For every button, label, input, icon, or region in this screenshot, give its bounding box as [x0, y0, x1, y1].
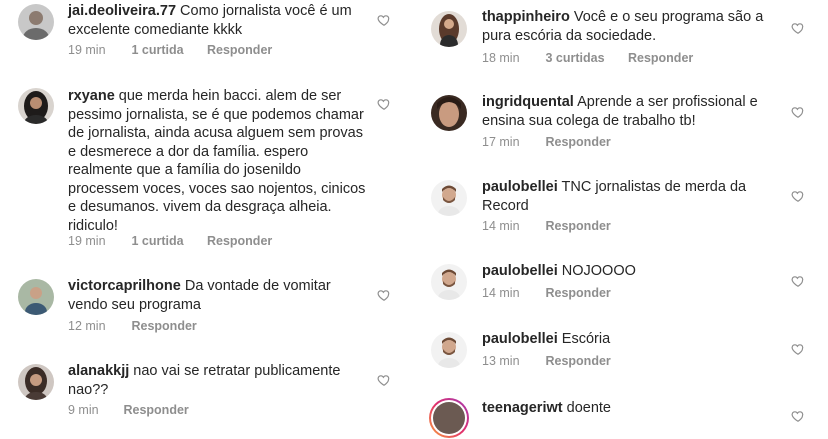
avatar[interactable]	[431, 264, 467, 300]
comments-column-left: jai.deoliveira.77 Como jornalista você é…	[0, 0, 414, 417]
heart-icon[interactable]	[377, 13, 391, 27]
comment-username[interactable]: paulobellei	[482, 263, 558, 279]
reply-button[interactable]: Responder	[545, 286, 610, 300]
avatar[interactable]	[428, 397, 470, 439]
comment-body: jai.deoliveira.77 Como jornalista você é…	[68, 2, 368, 39]
man-outdoor-avatar-icon	[18, 279, 54, 315]
man-beard-avatar-icon	[431, 264, 467, 300]
comment-meta: 18 min 3 curtidas Responder	[482, 51, 693, 65]
reply-button[interactable]: Responder	[207, 234, 272, 248]
comment-username[interactable]: thappinheiro	[482, 9, 570, 25]
comment-body: thappinheiro Você e o seu programa são a…	[482, 8, 782, 45]
heart-icon[interactable]	[791, 409, 805, 423]
heart-icon[interactable]	[791, 189, 805, 203]
woman-dark-hair-avatar-icon	[18, 88, 54, 124]
man-beard-avatar-icon	[431, 332, 467, 368]
comments-column-right: thappinheiro Você e o seu programa são a…	[414, 0, 828, 438]
comment-username[interactable]: jai.deoliveira.77	[68, 3, 176, 19]
avatar[interactable]	[18, 279, 54, 315]
comment-meta: 19 min 1 curtida Responder	[68, 43, 272, 57]
comment-meta: 13 min Responder	[482, 354, 611, 368]
comment-text: Escória	[561, 331, 611, 347]
comment-username[interactable]: rxyane	[68, 88, 115, 104]
reply-button[interactable]: Responder	[545, 135, 610, 149]
comment-text: NOJOOOO	[561, 263, 636, 279]
comment-body: victorcaprilhone Da vontade de vomitar v…	[68, 277, 358, 314]
comment-meta: 14 min Responder	[482, 286, 611, 300]
comment-username[interactable]: alanakkjj	[68, 363, 129, 379]
reply-button[interactable]: Responder	[628, 51, 693, 65]
comment-likes[interactable]: 1 curtida	[131, 43, 203, 57]
avatar[interactable]	[431, 95, 467, 131]
avatar[interactable]	[431, 11, 467, 47]
reply-button[interactable]: Responder	[207, 43, 272, 57]
comment-time: 14 min	[482, 286, 520, 300]
comment-time: 14 min	[482, 219, 520, 233]
comment-meta: 17 min Responder	[482, 135, 611, 149]
comment-username[interactable]: paulobellei	[482, 331, 558, 347]
comment-body: rxyane que merda hein bacci. alem de ser…	[68, 87, 373, 235]
comment-username[interactable]: victorcaprilhone	[68, 278, 181, 294]
comment-time: 13 min	[482, 354, 520, 368]
comment-meta: 12 min Responder	[68, 319, 197, 333]
comment-text: que merda hein bacci. alem de ser pessim…	[68, 88, 366, 234]
woman-closeup-avatar-icon	[431, 95, 467, 131]
avatar[interactable]	[18, 364, 54, 400]
comment-time: 17 min	[482, 135, 520, 149]
comment-body: paulobellei Escória	[482, 330, 762, 349]
avatar[interactable]	[18, 88, 54, 124]
comment-time: 18 min	[482, 51, 520, 65]
heart-icon[interactable]	[791, 105, 805, 119]
man-beard-avatar-icon	[431, 180, 467, 216]
comment-likes[interactable]: 3 curtidas	[545, 51, 624, 65]
woman-avatar-icon	[18, 364, 54, 400]
comment-body: alanakkjj nao vai se retratar publicamen…	[68, 362, 358, 399]
heart-icon[interactable]	[791, 274, 805, 288]
heart-icon[interactable]	[377, 97, 391, 111]
comment-body: ingridquental Aprende a ser profissional…	[482, 93, 782, 130]
woman-long-hair-avatar-icon	[431, 11, 467, 47]
comment-time: 9 min	[68, 403, 99, 417]
heart-icon[interactable]	[377, 373, 391, 387]
comment-body: paulobellei TNC jornalistas de merda da …	[482, 178, 762, 215]
avatar[interactable]	[431, 332, 467, 368]
comment-meta: 14 min Responder	[482, 219, 611, 233]
heart-icon[interactable]	[377, 288, 391, 302]
comment-username[interactable]: paulobellei	[482, 179, 558, 195]
comment-time: 12 min	[68, 319, 106, 333]
reply-button[interactable]: Responder	[131, 319, 196, 333]
reply-button[interactable]: Responder	[545, 354, 610, 368]
man-avatar-gray-icon	[18, 4, 54, 40]
story-ring-avatar-icon	[429, 398, 469, 438]
comment-time: 19 min	[68, 43, 106, 57]
avatar[interactable]	[18, 4, 54, 40]
comment-username[interactable]: ingridquental	[482, 94, 574, 110]
avatar[interactable]	[431, 180, 467, 216]
heart-icon[interactable]	[791, 342, 805, 356]
comment-meta: 19 min 1 curtida Responder	[68, 234, 272, 248]
comment-body: teenageriwt doente	[482, 399, 762, 418]
comment-likes[interactable]: 1 curtida	[131, 234, 203, 248]
reply-button[interactable]: Responder	[545, 219, 610, 233]
comment-body: paulobellei NOJOOOO	[482, 262, 762, 281]
reply-button[interactable]: Responder	[123, 403, 188, 417]
comment-meta: 9 min Responder	[68, 403, 189, 417]
heart-icon[interactable]	[791, 21, 805, 35]
comment-time: 19 min	[68, 234, 106, 248]
